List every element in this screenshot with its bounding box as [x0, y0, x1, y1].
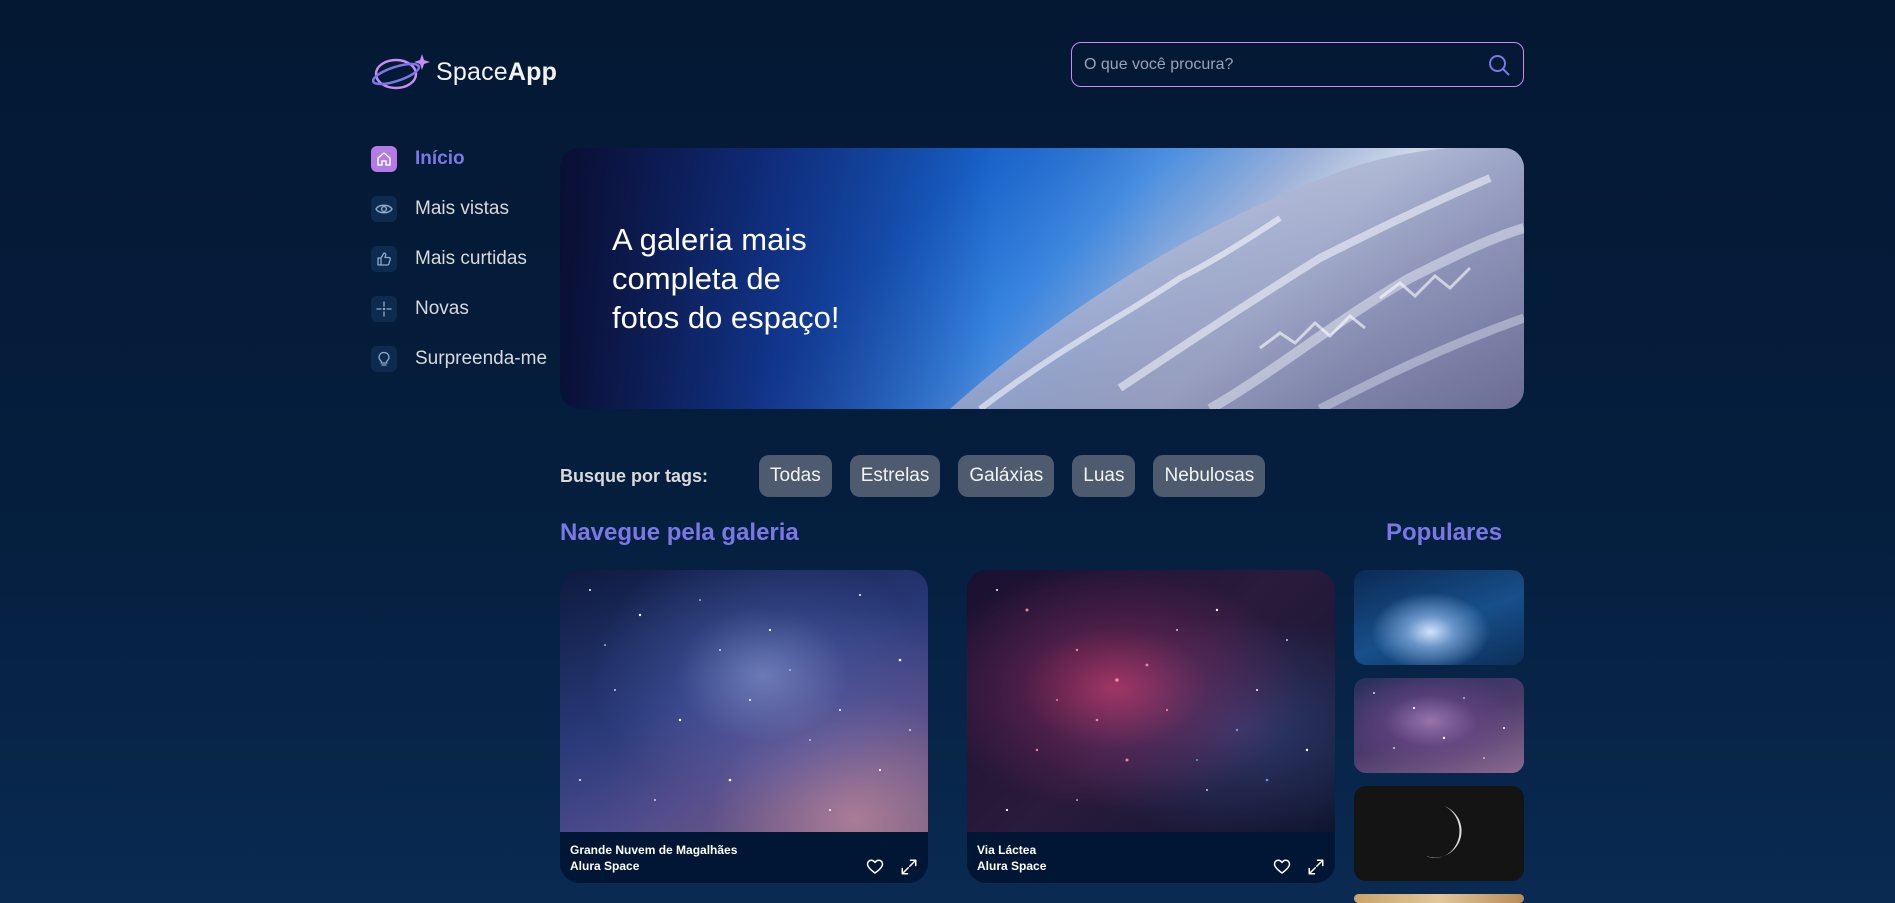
- card-caption: Via Láctea Alura Space: [977, 842, 1046, 883]
- popular-item[interactable]: [1354, 786, 1524, 881]
- card-title: Via Láctea: [977, 843, 1037, 857]
- banner-title-line: completa de: [612, 261, 781, 296]
- starfield-image: [1373, 692, 1505, 759]
- banner-title-line: A galeria mais: [612, 222, 807, 257]
- moon-image: [1426, 806, 1462, 858]
- gallery-card[interactable]: Via Láctea Alura Space: [967, 570, 1335, 883]
- sidebar-item-label: Início: [415, 148, 465, 169]
- planet-logo-icon: [372, 54, 430, 90]
- card-footer: Grande Nuvem de Magalhães Alura Space: [560, 832, 928, 883]
- popular-item[interactable]: [1354, 894, 1524, 903]
- sidebar-item-label: Mais curtidas: [415, 248, 527, 269]
- banner-title-line: fotos do espaço!: [612, 300, 840, 335]
- sidebar-item-mais-vistas[interactable]: Mais vistas: [371, 196, 551, 222]
- tag-estrelas[interactable]: Estrelas: [849, 455, 941, 497]
- search-input[interactable]: [1084, 55, 1487, 74]
- expand-icon[interactable]: [1307, 858, 1325, 876]
- sidebar-item-surpreenda-me[interactable]: Surpreenda-me: [371, 346, 551, 372]
- home-icon: [371, 146, 397, 172]
- sidebar-item-label: Mais vistas: [415, 198, 509, 219]
- lightbulb-icon: [371, 346, 397, 372]
- sidebar-item-label: Novas: [415, 298, 469, 319]
- thumbs-up-icon: [371, 246, 397, 272]
- card-source: Alura Space: [570, 859, 640, 873]
- sidebar-item-inicio[interactable]: Início: [371, 146, 551, 172]
- popular-item[interactable]: [1354, 678, 1524, 773]
- card-title: Grande Nuvem de Magalhães: [570, 843, 738, 857]
- card-footer: Via Láctea Alura Space: [967, 832, 1335, 883]
- card-caption: Grande Nuvem de Magalhães Alura Space: [570, 842, 737, 883]
- card-source: Alura Space: [977, 859, 1047, 873]
- tags-label: Busque por tags:: [560, 465, 709, 486]
- popular-item[interactable]: [1354, 570, 1524, 665]
- starfield-image: [579, 589, 911, 811]
- tag-luas[interactable]: Luas: [1072, 455, 1136, 497]
- sidebar-item-label: Surpreenda-me: [415, 348, 548, 369]
- sparkle-icon: [371, 296, 397, 322]
- tag-galaxias[interactable]: Galáxias: [958, 455, 1055, 497]
- sidebar-item-novas[interactable]: Novas: [371, 296, 551, 322]
- search-bar: [1071, 42, 1524, 87]
- page: SpaceApp Início Mais vistas Mais curtid: [0, 0, 1895, 903]
- sidebar: Início Mais vistas Mais curtidas Novas S…: [371, 146, 551, 396]
- tag-todas[interactable]: Todas: [759, 455, 832, 497]
- heart-icon[interactable]: [1273, 858, 1291, 876]
- logo-text: SpaceApp: [436, 57, 558, 86]
- search-icon[interactable]: [1487, 53, 1511, 77]
- heart-icon[interactable]: [866, 858, 884, 876]
- expand-icon[interactable]: [900, 858, 918, 876]
- gallery-card[interactable]: Grande Nuvem de Magalhães Alura Space: [560, 570, 928, 883]
- tag-nebulosas[interactable]: Nebulosas: [1153, 455, 1266, 497]
- gallery-title: Navegue pela galeria: [560, 519, 799, 546]
- logo[interactable]: SpaceApp: [372, 52, 557, 92]
- gallery-photo[interactable]: [967, 570, 1335, 832]
- hero-banner: A galeria mais completa de fotos do espa…: [560, 148, 1524, 409]
- starfield-image: [996, 589, 1309, 812]
- sidebar-item-mais-curtidas[interactable]: Mais curtidas: [371, 246, 551, 272]
- banner-title: A galeria mais completa de fotos do espa…: [612, 220, 912, 337]
- card-actions: [1273, 842, 1325, 883]
- card-actions: [866, 842, 918, 883]
- tag-filter: Busque por tags: Todas Estrelas Galáxias…: [560, 455, 1283, 497]
- eye-icon: [371, 196, 397, 222]
- gallery-photo[interactable]: [560, 570, 928, 832]
- popular-title: Populares: [1386, 519, 1503, 546]
